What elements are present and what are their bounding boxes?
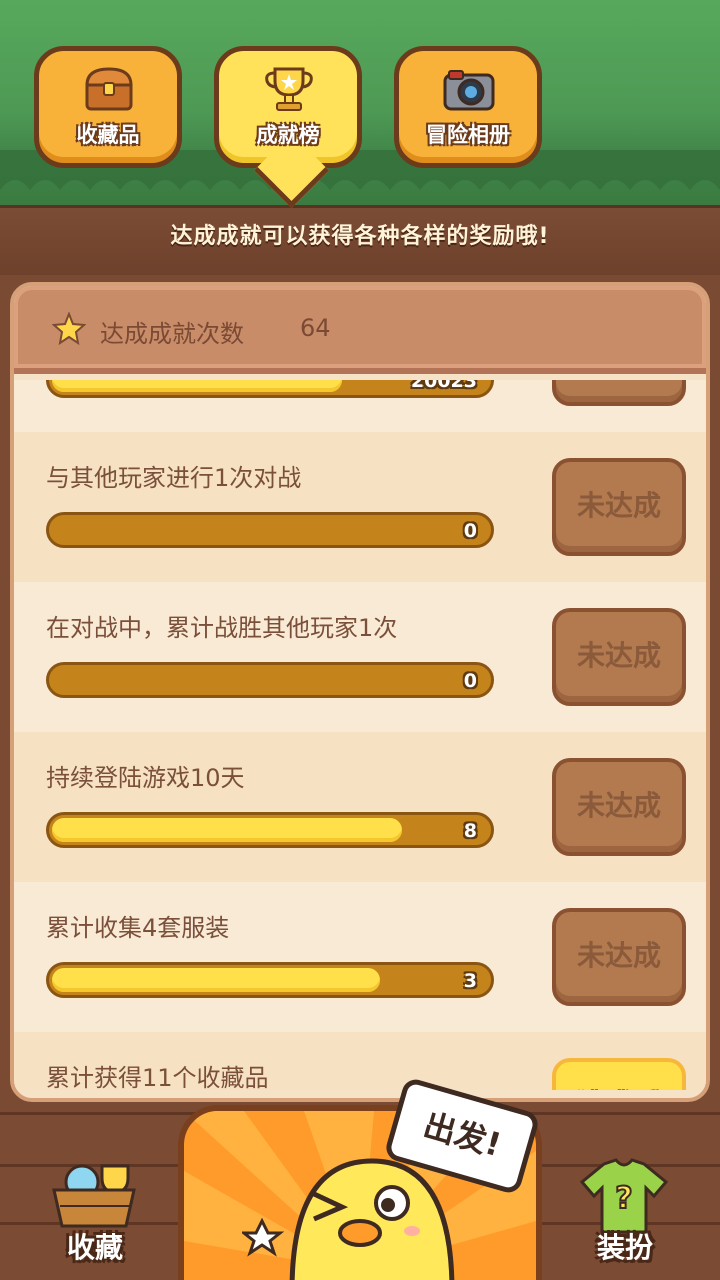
progress-value: 0 [463,520,477,542]
camera-icon [443,70,495,111]
achievement-text: 累计收集4套服装 [46,914,230,942]
achievement-text: 累计获得11个收藏品 [46,1064,269,1090]
list-item: 与其他玩家进行1次对战 0 未达成 [14,432,706,582]
nav-dressup[interactable]: ? 装扮 [560,1150,690,1270]
list-item: 在对战中，累计战胜其他玩家1次 0 未达成 [14,582,706,732]
progress-bar: 8 [46,812,494,848]
status-button[interactable]: 未达成 [552,458,686,556]
tab-collection-label: 收藏品 [76,123,140,147]
collection-basket-icon [52,1164,136,1228]
progress-value: 3 [463,970,477,992]
status-button[interactable]: 未达成 [552,608,686,706]
shirt-icon: ? [579,1158,669,1234]
achievement-summary: 达成成就次数 64 [14,286,706,374]
list-item: 累计获得11个收藏品 达成后 [14,1032,706,1090]
achievement-list[interactable]: 20023 与其他玩家进行1次对战 0 未达成 在对战中，累计战胜其他玩家1次 … [14,380,706,1090]
achievement-panel: 达成成就次数 64 20023 与其他玩家进行1次对战 0 未达成 在对战中，累… [10,282,710,1102]
tab-achievements-label: 成就榜 [256,123,320,147]
svg-text:?: ? [615,1181,632,1216]
progress-fill [52,380,342,392]
progress-fill [52,968,380,992]
status-button[interactable]: 达成后 [552,1058,686,1090]
tab-album[interactable]: 冒险相册 [394,46,542,168]
treasure-chest-icon [85,67,133,111]
progress-bar: 20023 [46,380,494,398]
progress-value: 0 [463,670,477,692]
list-item: 持续登陆游戏10天 8 未达成 [14,732,706,882]
achievement-text: 持续登陆游戏10天 [46,764,245,792]
tab-achievements[interactable]: 成就榜 [214,46,362,168]
summary-value: 64 [300,314,331,342]
progress-value: 8 [463,820,477,842]
progress-bar: 3 [46,962,494,998]
achievement-text: 在对战中，累计战胜其他玩家1次 [46,614,398,642]
achievement-text: 与其他玩家进行1次对战 [46,464,302,492]
nav-collection-label: 收藏 [66,1231,123,1264]
progress-fill [52,818,402,842]
status-button[interactable] [552,380,686,406]
trophy-icon [265,67,313,111]
list-item: 20023 [14,380,706,432]
star-icon [52,312,86,346]
tab-collection[interactable]: 收藏品 [34,46,182,168]
nav-dressup-label: 装扮 [596,1231,653,1264]
status-button[interactable]: 未达成 [552,908,686,1006]
subtitle-text: 达成成就可以获得各种各样的奖励哦! [170,224,550,249]
status-button[interactable]: 未达成 [552,758,686,856]
summary-label: 达成成就次数 [100,320,244,348]
progress-bar: 0 [46,512,494,548]
progress-bar: 0 [46,662,494,698]
tab-album-label: 冒险相册 [426,123,510,147]
list-item: 累计收集4套服装 3 未达成 [14,882,706,1032]
progress-value: 20023 [410,380,477,392]
nav-collection[interactable]: 收藏 [30,1150,160,1270]
